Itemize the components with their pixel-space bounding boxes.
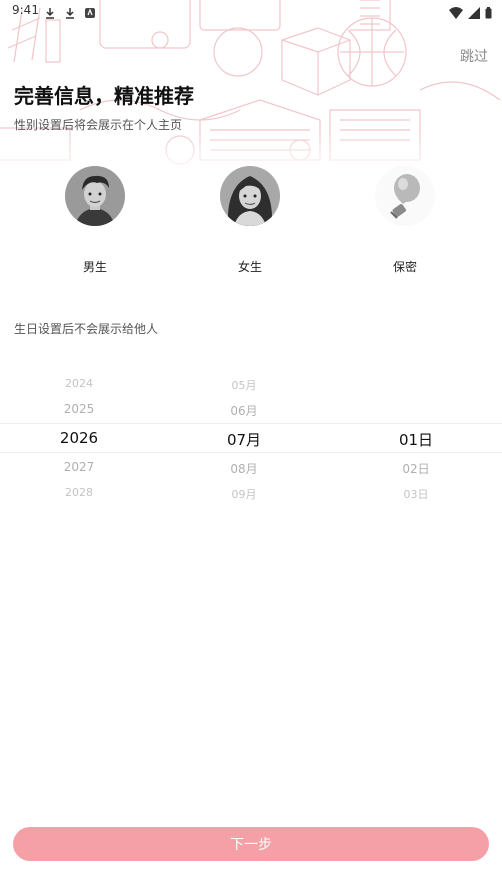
year-wheel[interactable]: 2024 2025 2026 2027 2028 xyxy=(19,372,139,506)
download-icon xyxy=(64,4,76,19)
onboarding-screen: 9:41 跳过 完善信息，精准推荐 性别设置后将会展示在个人主页 男生 女生 保… xyxy=(0,0,502,894)
picker-day-item[interactable]: 02日 xyxy=(356,460,476,477)
gender-option-secret[interactable]: 保密 xyxy=(355,166,455,276)
picker-year-item[interactable]: 2027 xyxy=(19,460,139,474)
picker-month-item[interactable]: 09月 xyxy=(184,486,304,502)
signal-icon xyxy=(468,4,480,23)
date-picker[interactable]: 2024 2025 2026 2027 2028 05月 06月 07月 08月… xyxy=(0,372,502,506)
male-avatar-icon xyxy=(65,166,125,226)
picker-month-item[interactable]: 06月 xyxy=(184,402,304,419)
picker-month-item[interactable]: 08月 xyxy=(184,460,304,477)
page-title: 完善信息，精准推荐 xyxy=(14,84,194,108)
gender-label-female: 女生 xyxy=(237,260,262,274)
next-button-label: 下一步 xyxy=(230,837,272,853)
picker-year-selected[interactable]: 2026 xyxy=(19,429,139,447)
status-time: 9:41 xyxy=(12,3,39,17)
app-notification-icon xyxy=(84,4,96,18)
gender-option-female[interactable]: 女生 xyxy=(200,166,300,276)
female-avatar-icon xyxy=(220,166,280,226)
system-icons xyxy=(449,4,492,23)
picker-year-item[interactable]: 2028 xyxy=(19,486,139,499)
gender-options: 男生 女生 保密 xyxy=(0,166,502,276)
picker-year-item[interactable]: 2025 xyxy=(19,402,139,416)
status-bar: 9:41 xyxy=(0,0,502,22)
gender-option-male[interactable]: 男生 xyxy=(45,166,145,276)
picker-month-selected[interactable]: 07月 xyxy=(184,429,304,450)
wifi-icon xyxy=(449,4,463,23)
lightbulb-icon xyxy=(375,166,435,226)
gender-label-secret: 保密 xyxy=(392,260,417,274)
picker-day-item[interactable]: 03日 xyxy=(356,486,476,502)
birthday-hint: 生日设置后不会展示给他人 xyxy=(14,322,159,336)
download-icon xyxy=(44,4,56,19)
skip-button[interactable]: 跳过 xyxy=(460,46,488,66)
battery-icon xyxy=(485,4,492,23)
day-wheel[interactable]: 01日 02日 03日 xyxy=(356,372,476,506)
picker-month-item[interactable]: 05月 xyxy=(184,377,304,393)
bottom-safe-area xyxy=(0,886,502,894)
notification-icons xyxy=(44,4,96,19)
month-wheel[interactable]: 05月 06月 07月 08月 09月 xyxy=(184,372,304,506)
next-button[interactable]: 下一步 xyxy=(13,827,489,861)
gender-label-male: 男生 xyxy=(82,260,107,274)
picker-day-selected[interactable]: 01日 xyxy=(356,429,476,450)
picker-year-item[interactable]: 2024 xyxy=(19,377,139,390)
gender-hint: 性别设置后将会展示在个人主页 xyxy=(14,118,183,132)
